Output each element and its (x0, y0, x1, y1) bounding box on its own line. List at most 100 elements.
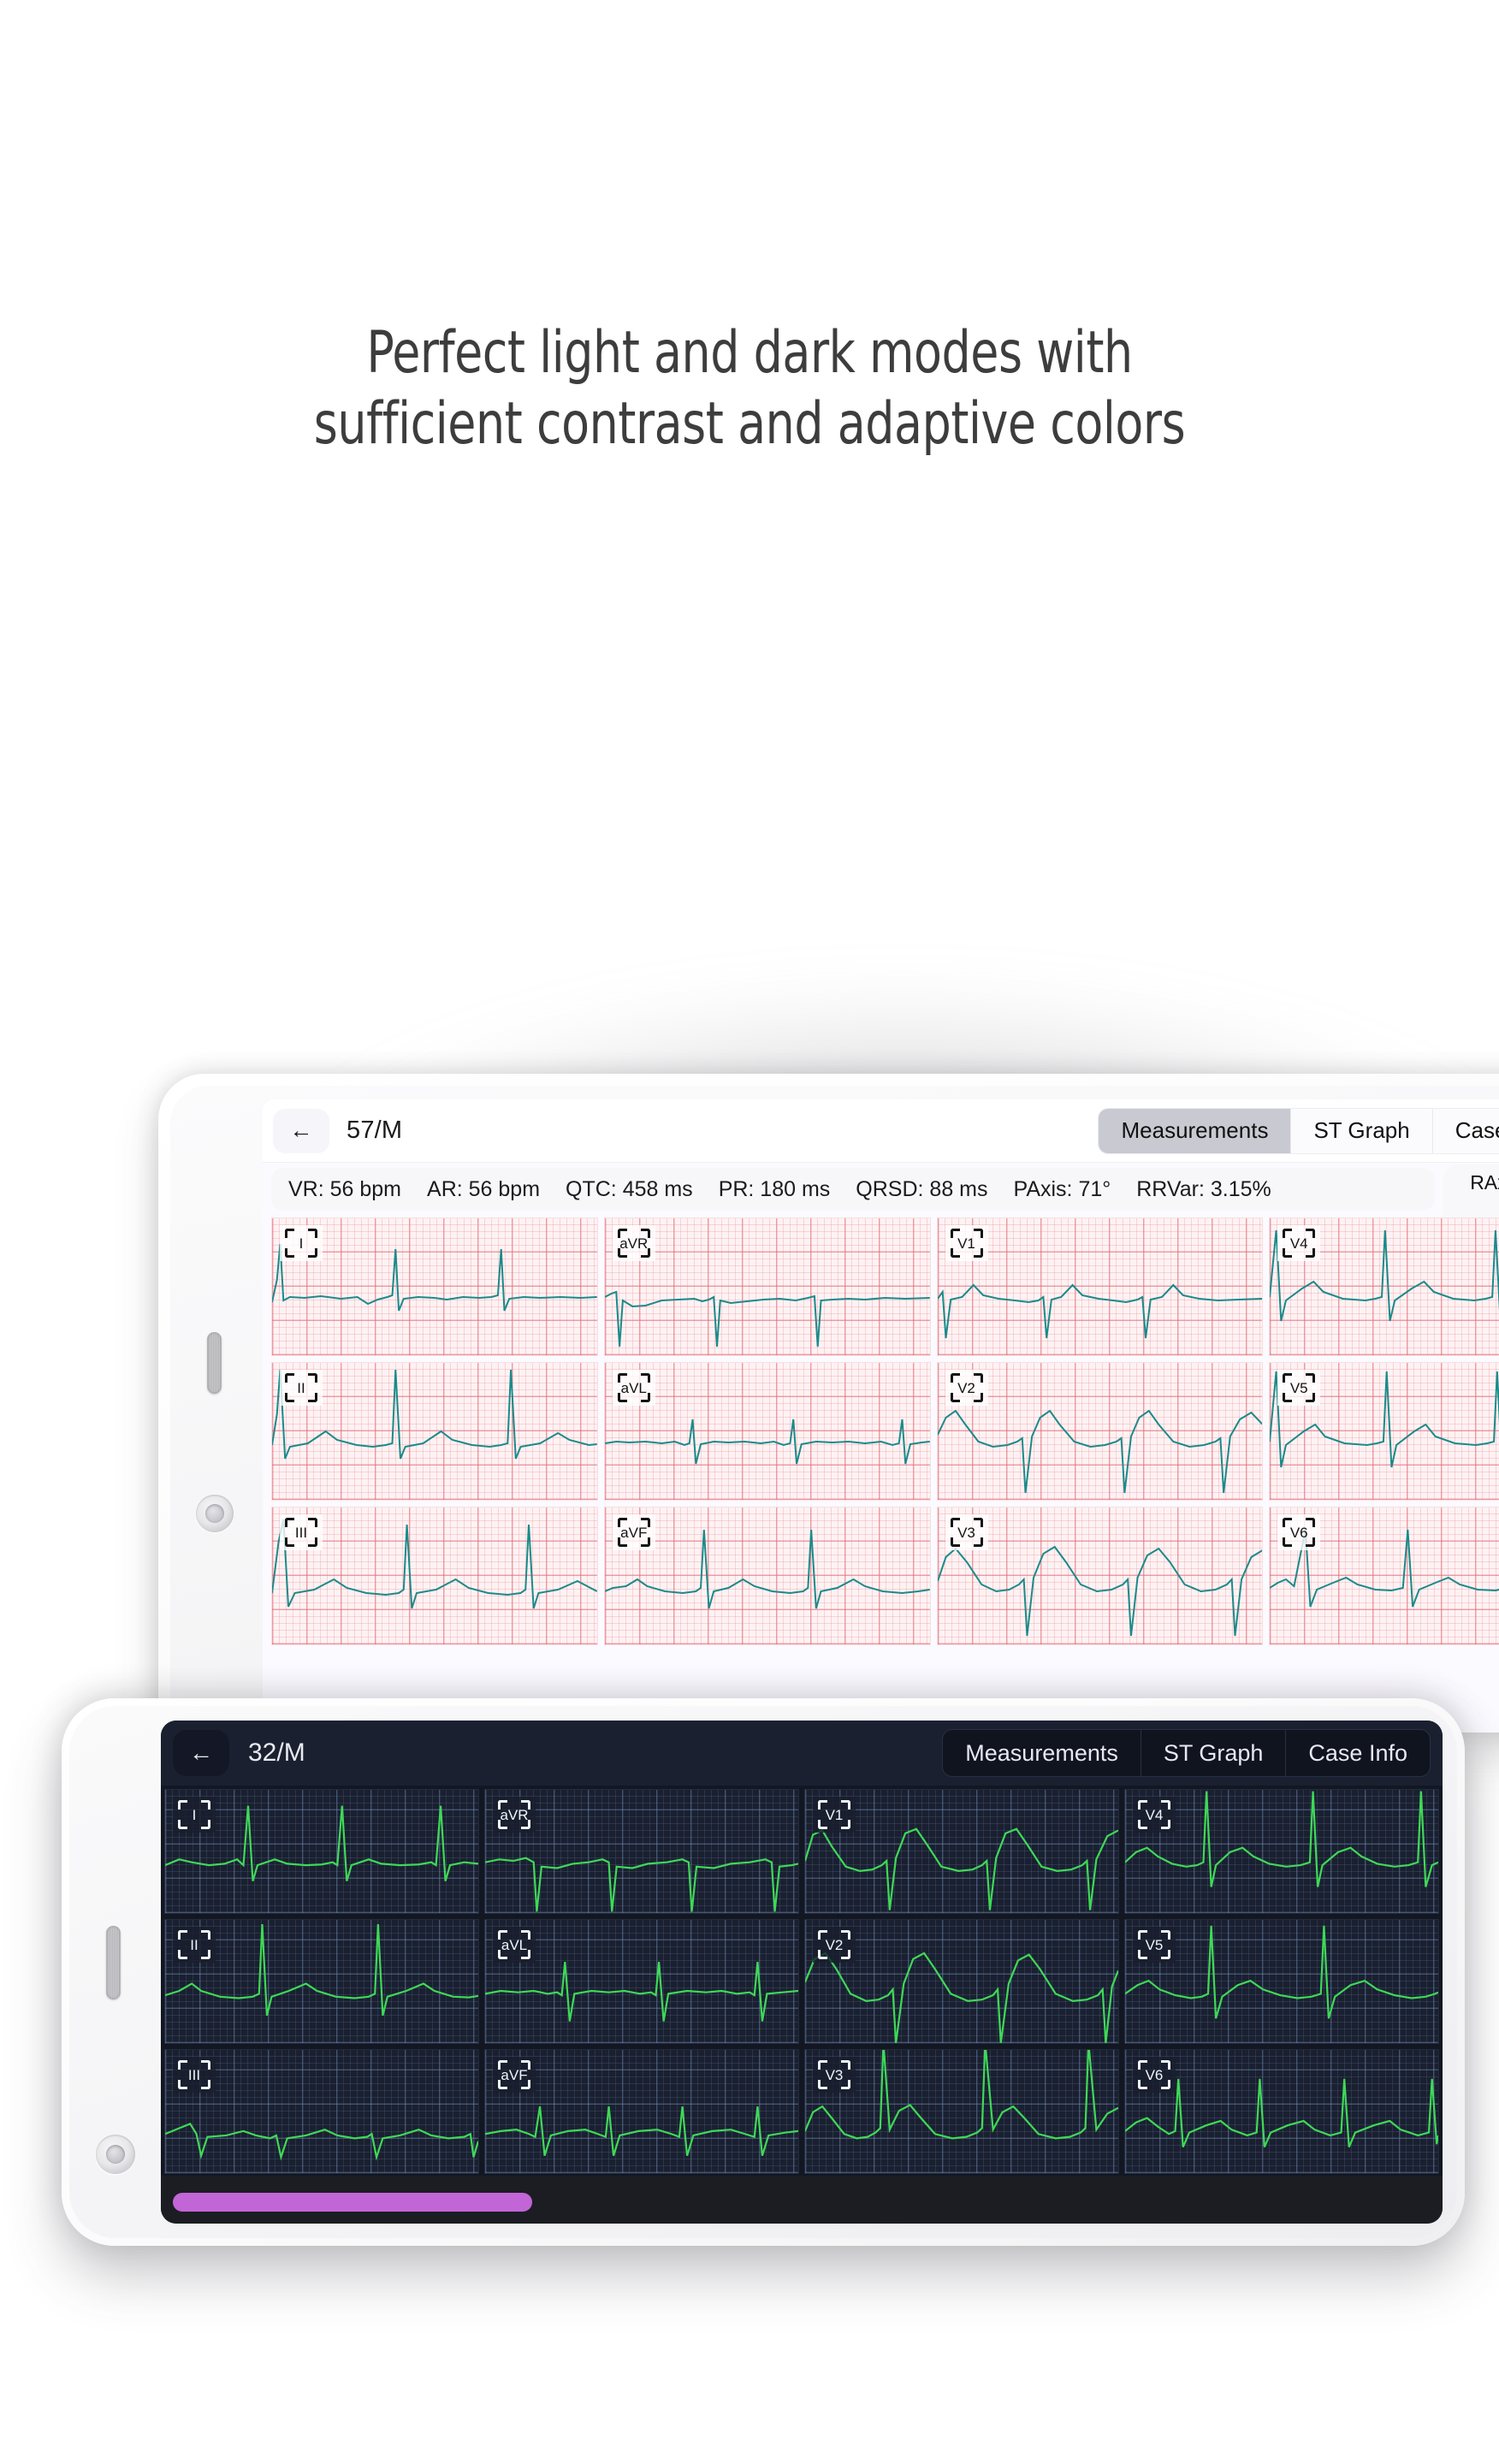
patient-id-label: 32/M (248, 1738, 305, 1767)
tab-measurements[interactable]: Measurements (1099, 1108, 1292, 1153)
ecg-cell-II[interactable]: II (271, 1362, 598, 1501)
measurement-qtc: QTC: 458 ms (566, 1176, 693, 1201)
lead-label-badge: V6 (1133, 2057, 1176, 2093)
measurement-paxis: PAxis: 71° (1013, 1176, 1111, 1201)
ecg-cell-I[interactable]: I (164, 1789, 479, 1914)
lead-label-badge: V5 (1277, 1370, 1321, 1406)
ecg-cell-V5[interactable]: V5 (1124, 1919, 1439, 2044)
ecg-cell-V4[interactable]: V4 (1269, 1217, 1499, 1356)
tab-st-graph[interactable]: ST Graph (1141, 1730, 1287, 1776)
back-button[interactable]: ← (173, 1730, 229, 1776)
lead-label-text: V1 (825, 1806, 844, 1823)
measurement-vr: VR: 56 bpm (288, 1176, 402, 1201)
ecg-row-3: III aVF V3 V6 (164, 2049, 1439, 2174)
lead-label-badge: V1 (813, 1797, 856, 1833)
tablet-screen: ← 57/M Measurements ST Graph Case Info V… (263, 1099, 1499, 1732)
tablet-volume-button[interactable] (207, 1332, 222, 1394)
horizontal-scrollbar[interactable] (173, 2193, 532, 2212)
lead-label-badge: aVF (612, 1514, 655, 1550)
ecg-cell-II[interactable]: II (164, 1919, 479, 2044)
measurement-ar: AR: 56 bpm (427, 1176, 541, 1201)
headline-line-1: Perfect light and dark modes with (366, 319, 1133, 387)
arrow-left-icon: ← (289, 1117, 313, 1143)
tab-case-info[interactable]: Case Info (1433, 1109, 1499, 1153)
ecg-cell-aVR[interactable]: aVR (603, 1217, 931, 1356)
lead-label-text: I (299, 1235, 304, 1252)
ecg-cell-V2[interactable]: V2 (936, 1362, 1264, 1501)
lead-label-text: aVL (620, 1379, 647, 1396)
page-title: Perfect light and dark modes with suffic… (90, 318, 1409, 460)
lead-label-text: V2 (825, 1936, 844, 1953)
lead-label-text: V5 (1289, 1379, 1308, 1396)
patient-id-label: 57/M (347, 1116, 403, 1144)
lead-label-badge: V3 (945, 1514, 988, 1550)
lead-label-text: aVF (501, 2066, 528, 2083)
tab-bar: Measurements ST Graph Case Info (1098, 1107, 1499, 1154)
lead-label-text: I (192, 1806, 197, 1823)
lead-label-badge: V2 (945, 1370, 988, 1406)
ecg-cell-aVR[interactable]: aVR (484, 1789, 799, 1914)
ecg-cell-III[interactable]: III (164, 2049, 479, 2174)
lead-label-text: V3 (957, 1524, 975, 1541)
lead-label-badge: V2 (813, 1927, 856, 1963)
ecg-cell-V1[interactable]: V1 (804, 1789, 1119, 1914)
ecg-cell-V5[interactable]: V5 (1269, 1362, 1499, 1501)
ecg-row-2: II aVL V2 V5 (271, 1362, 1499, 1501)
lead-label-text: V3 (825, 2066, 844, 2083)
phone-bottom-bar (161, 2176, 1443, 2224)
ecg-cell-aVF[interactable]: aVF (603, 1507, 931, 1645)
lead-label-badge: aVL (612, 1370, 655, 1406)
arrow-left-icon: ← (189, 1739, 213, 1766)
ecg-cell-V4[interactable]: V4 (1124, 1789, 1439, 1914)
lead-label-text: V1 (957, 1235, 975, 1252)
phone-volume-button[interactable] (106, 1926, 121, 1999)
ecg-cell-aVF[interactable]: aVF (484, 2049, 799, 2174)
ecg-cell-aVL[interactable]: aVL (603, 1362, 931, 1501)
ecg-cell-V6[interactable]: V6 (1124, 2049, 1439, 2174)
lead-label-badge: II (173, 1927, 216, 1963)
tablet-device-light-mode: ← 57/M Measurements ST Graph Case Info V… (158, 1074, 1499, 1732)
phone-app-bar: ← 32/M Measurements ST Graph Case Info (161, 1721, 1443, 1786)
lead-label-badge: III (173, 2057, 216, 2093)
ecg-cell-I[interactable]: I (271, 1217, 598, 1356)
lead-label-text: aVF (620, 1524, 648, 1541)
ecg-cell-V3[interactable]: V3 (936, 1507, 1264, 1645)
ecg-cell-III[interactable]: III (271, 1507, 598, 1645)
lead-label-text: III (187, 2066, 201, 2083)
lead-label-text: II (190, 1936, 198, 1953)
lead-label-badge: aVF (493, 2057, 536, 2093)
ecg-grid-light: I aVR V1 V4 II aVL V2 V5 III aVF V3 V6 (271, 1217, 1499, 1732)
phone-device-dark-mode: ← 32/M Measurements ST Graph Case Info I (62, 1698, 1465, 2246)
lead-label-text: aVR (500, 1806, 529, 1823)
tablet-camera-lens (196, 1495, 234, 1532)
lead-label-text: V6 (1289, 1524, 1308, 1541)
tab-case-info[interactable]: Case Info (1286, 1730, 1430, 1776)
ecg-row-2: II aVL V2 V5 (164, 1919, 1439, 2044)
tab-bar: Measurements ST Graph Case Info (942, 1729, 1431, 1777)
tablet-app-bar: ← 57/M Measurements ST Graph Case Info (263, 1099, 1499, 1163)
headline-line-2: sufficient contrast and adaptive colors (313, 389, 1186, 458)
back-button[interactable]: ← (273, 1108, 329, 1153)
phone-screen: ← 32/M Measurements ST Graph Case Info I (161, 1721, 1443, 2224)
lead-label-badge: I (173, 1797, 216, 1833)
ecg-cell-aVL[interactable]: aVL (484, 1919, 799, 2044)
ecg-cell-V6[interactable]: V6 (1269, 1507, 1499, 1645)
lead-label-badge: V1 (945, 1225, 988, 1261)
tab-measurements[interactable]: Measurements (943, 1730, 1141, 1776)
ecg-grid-dark: I aVR V1 V4 II aVL V2 V5 III aVF V3 V6 (164, 1789, 1439, 2174)
ecg-cell-V1[interactable]: V1 (936, 1217, 1264, 1356)
measurement-rrvar: RRVar: 3.15% (1136, 1176, 1271, 1201)
ecg-row-1: I aVR V1 V4 (164, 1789, 1439, 1914)
ecg-cell-V3[interactable]: V3 (804, 2049, 1119, 2174)
lead-label-text: V4 (1145, 1806, 1164, 1823)
measurements-strip: VR: 56 bpm AR: 56 bpm QTC: 458 ms PR: 18… (271, 1168, 1435, 1211)
tab-st-graph[interactable]: ST Graph (1291, 1108, 1433, 1153)
lead-label-text: V4 (1289, 1235, 1308, 1252)
lead-label-text: II (297, 1379, 305, 1396)
ecg-cell-V2[interactable]: V2 (804, 1919, 1119, 2044)
lead-label-badge: aVR (612, 1225, 655, 1261)
ecg-row-1: I aVR V1 V4 (271, 1217, 1499, 1356)
lead-label-badge: II (280, 1370, 323, 1406)
phone-camera-lens (96, 2135, 135, 2174)
measurement-qrsd: QRSD: 88 ms (856, 1176, 988, 1201)
